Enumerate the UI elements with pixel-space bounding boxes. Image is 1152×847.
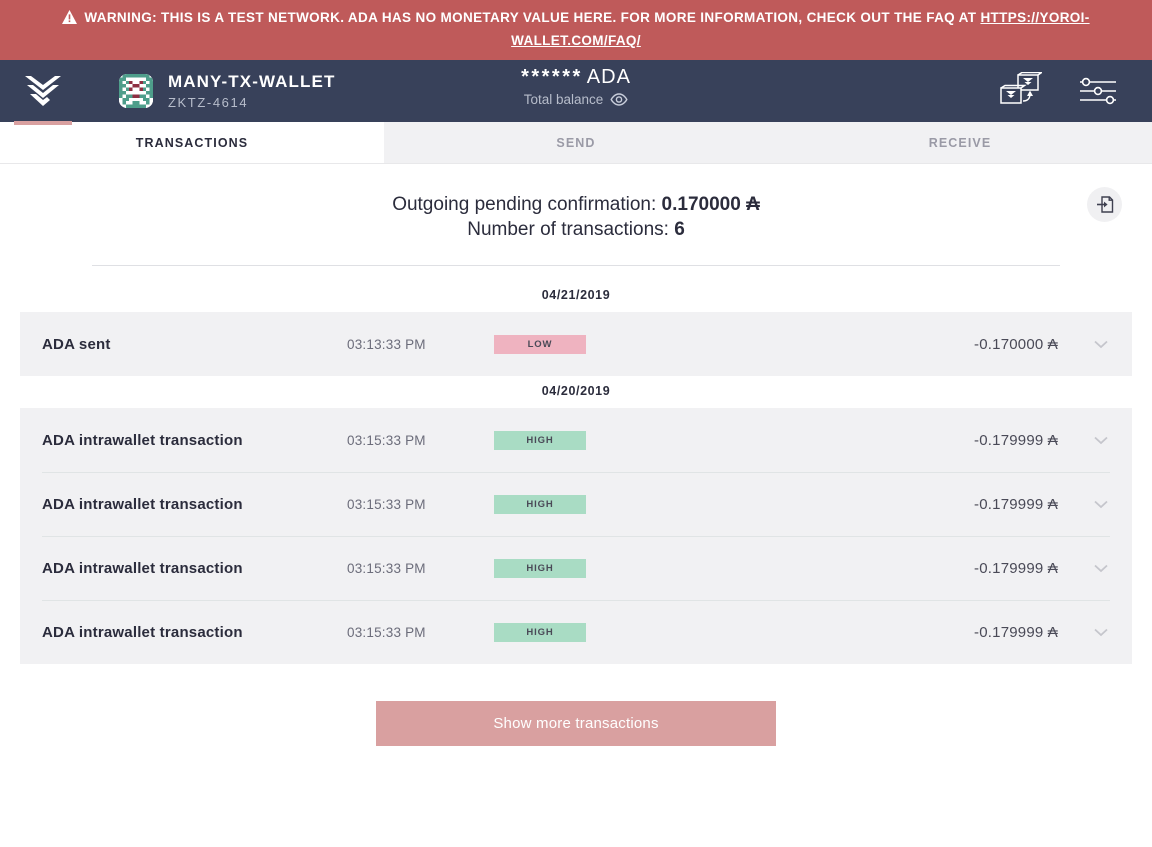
status-badge: LOW xyxy=(494,334,586,354)
transaction-group: 04/21/2019 ADA sent 03:13:33 PM LOW -0.1… xyxy=(0,280,1152,376)
pending-summary-line: Outgoing pending confirmation: 0.170000 … xyxy=(92,192,1060,217)
transaction-type: ADA intrawallet transaction xyxy=(42,431,243,449)
status-badge: HIGH xyxy=(494,494,586,514)
table-row[interactable]: ADA intrawallet transaction 03:15:33 PM … xyxy=(20,600,1132,664)
wallet-tabs: TRANSACTIONS SEND RECEIVE xyxy=(0,122,1152,164)
transaction-type: ADA intrawallet transaction xyxy=(42,623,243,641)
count-summary-line: Number of transactions: 6 xyxy=(92,217,1060,242)
show-more-transactions-button[interactable]: Show more transactions xyxy=(376,701,776,746)
transaction-date-header: 04/20/2019 xyxy=(541,384,611,398)
count-label: Number of transactions: xyxy=(467,219,669,240)
transaction-amount-value: -0.179999 xyxy=(974,623,1044,641)
test-network-warning-banner: WARNING: THIS IS A TEST NETWORK. ADA HAS… xyxy=(0,0,1152,60)
chevron-down-icon[interactable] xyxy=(1092,436,1110,445)
transaction-type: ADA intrawallet transaction xyxy=(42,495,243,513)
transactions-summary: Outgoing pending confirmation: 0.170000 … xyxy=(92,164,1122,266)
chevron-down-icon[interactable] xyxy=(1092,500,1110,509)
count-value: 6 xyxy=(674,219,685,240)
balance-hidden-value: ****** xyxy=(521,66,583,88)
transaction-amount: -0.170000 ₳ xyxy=(974,336,1092,353)
export-file-icon[interactable] xyxy=(1087,187,1122,222)
tab-receive[interactable]: RECEIVE xyxy=(768,122,1152,163)
chevron-down-icon[interactable] xyxy=(1092,564,1110,573)
status-badge: HIGH xyxy=(494,430,586,450)
transaction-time: 03:15:33 PM xyxy=(347,560,426,576)
warning-triangle-icon xyxy=(62,9,78,30)
summary-divider xyxy=(92,265,1060,266)
chevron-down-icon[interactable] xyxy=(1092,340,1110,349)
transaction-amount: -0.179999 ₳ xyxy=(974,432,1092,449)
transaction-amount: -0.179999 ₳ xyxy=(974,560,1092,577)
transaction-time: 03:13:33 PM xyxy=(347,336,426,352)
table-row[interactable]: ADA intrawallet transaction 03:15:33 PM … xyxy=(20,536,1132,600)
transaction-amount-value: -0.179999 xyxy=(974,559,1044,577)
transaction-currency-symbol: ₳ xyxy=(1047,495,1058,513)
transaction-amount-value: -0.179999 xyxy=(974,431,1044,449)
transaction-time: 03:15:33 PM xyxy=(347,432,426,448)
transaction-currency-symbol: ₳ xyxy=(1047,431,1058,449)
transaction-amount: -0.179999 ₳ xyxy=(974,496,1092,513)
table-row[interactable]: ADA intrawallet transaction 03:15:33 PM … xyxy=(20,408,1132,472)
transaction-group: 04/20/2019 ADA intrawallet transaction 0… xyxy=(0,376,1152,664)
active-nav-indicator xyxy=(14,121,72,125)
transaction-date-header: 04/21/2019 xyxy=(541,288,611,302)
transaction-time: 03:15:33 PM xyxy=(347,496,426,512)
wallet-name: MANY-TX-WALLET xyxy=(168,72,336,92)
balance-label: Total balance xyxy=(523,92,604,107)
transaction-type: ADA sent xyxy=(42,335,111,353)
transaction-amount-value: -0.170000 xyxy=(974,335,1044,353)
table-row[interactable]: ADA intrawallet transaction 03:15:33 PM … xyxy=(20,472,1132,536)
table-row[interactable]: ADA sent 03:13:33 PM LOW -0.170000 ₳ xyxy=(20,312,1132,376)
pending-value: 0.170000 xyxy=(661,194,741,215)
transaction-currency-symbol: ₳ xyxy=(1047,623,1058,641)
transaction-type: ADA intrawallet transaction xyxy=(42,559,243,577)
transaction-time: 03:15:33 PM xyxy=(347,624,426,640)
status-badge: HIGH xyxy=(494,558,586,578)
eye-icon[interactable] xyxy=(610,93,628,106)
balance-currency: ADA xyxy=(586,66,631,88)
yoroi-logo[interactable] xyxy=(13,60,73,125)
transactions-list: 04/21/2019 ADA sent 03:13:33 PM LOW -0.1… xyxy=(0,280,1152,664)
transaction-currency-symbol: ₳ xyxy=(1047,335,1058,353)
tab-send[interactable]: SEND xyxy=(384,122,768,163)
top-navigation-bar: MANY-TX-WALLET ZKTZ-4614 ****** ADA Total… xyxy=(0,60,1152,125)
chevron-down-icon[interactable] xyxy=(1092,628,1110,637)
pending-label: Outgoing pending confirmation: xyxy=(392,194,657,215)
transactions-page: Outgoing pending confirmation: 0.170000 … xyxy=(0,164,1152,847)
status-badge: HIGH xyxy=(494,622,586,642)
transaction-amount: -0.179999 ₳ xyxy=(974,624,1092,641)
transaction-amount-value: -0.179999 xyxy=(974,495,1044,513)
pending-currency-symbol: ₳ xyxy=(746,194,760,215)
tab-transactions[interactable]: TRANSACTIONS xyxy=(0,122,384,163)
warning-text: WARNING: THIS IS A TEST NETWORK. ADA HAS… xyxy=(84,10,981,25)
transaction-currency-symbol: ₳ xyxy=(1047,559,1058,577)
